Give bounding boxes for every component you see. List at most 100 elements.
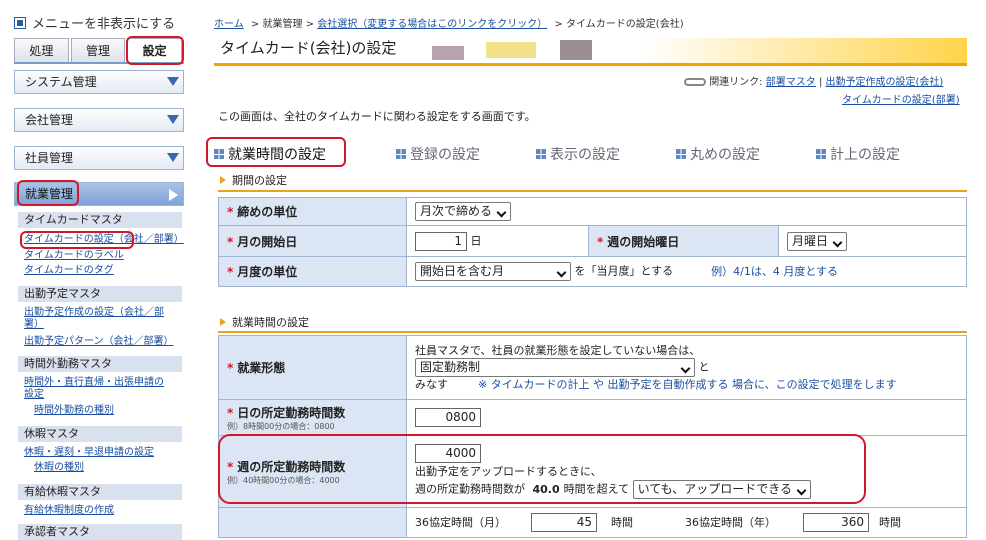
- link-overtime-types[interactable]: 時間外勤務の種別: [34, 405, 114, 417]
- group-schedule: 出勤予定マスタ: [18, 286, 182, 302]
- link-timecard-tag[interactable]: タイムカードのタグ: [24, 265, 114, 277]
- tab-process[interactable]: 処理: [14, 38, 69, 62]
- related-timecard-dept[interactable]: タイムカードの設定(部署): [842, 91, 960, 106]
- link-schedule-pattern[interactable]: 出勤予定パターン（会社／部署）: [24, 336, 174, 348]
- month-start-label: * 月の開始日: [218, 225, 407, 257]
- group-approver: 承認者マスタ: [18, 524, 182, 540]
- page-title-text: タイムカード(会社)の設定: [220, 39, 397, 57]
- close-unit-select[interactable]: 月次で締める: [415, 202, 512, 221]
- redacted-block: [432, 46, 464, 60]
- link-schedule-settings[interactable]: 出勤予定作成の設定（会社／部署）: [24, 307, 174, 331]
- tab-display[interactable]: 表示の設定: [536, 144, 620, 164]
- work-form-text1: 社員マスタで、社員の就業形態を設定していない場合は、: [415, 344, 701, 357]
- highlight-attendance: [17, 180, 79, 206]
- tab-manage[interactable]: 管理: [70, 38, 126, 62]
- work-form-label: * 就業形態: [218, 335, 407, 400]
- tab-label: 登録の設定: [410, 147, 480, 163]
- sidebar-item-employee[interactable]: 社員管理: [14, 146, 184, 170]
- month-unit-label: * 月度の単位: [218, 256, 407, 287]
- related-sep: |: [818, 77, 823, 88]
- chevron-down-icon: [167, 77, 179, 86]
- divider: [218, 190, 967, 192]
- tab-rounding[interactable]: 丸めの設定: [676, 144, 760, 164]
- section-period-heading: 期間の設定: [220, 172, 287, 188]
- tab-label: 丸めの設定: [690, 147, 760, 163]
- link-leave-settings[interactable]: 休暇・遅刻・早退申請の設定: [24, 447, 154, 459]
- highlight-timecard-link: [20, 231, 134, 249]
- grid-icon: [816, 149, 826, 159]
- tab-register[interactable]: 登録の設定: [396, 144, 480, 164]
- agree-cell: 36協定時間（月） 45 時間 36協定時間（年） 360 時間: [406, 507, 967, 538]
- sidebar-item-label: 会社管理: [25, 113, 74, 127]
- link-timecard-label[interactable]: タイムカードのラベル: [24, 250, 124, 262]
- breadcrumb-current: タイムカードの設定(会社): [566, 19, 684, 30]
- link-leave-types[interactable]: 休暇の種別: [34, 462, 84, 474]
- day-hours-input[interactable]: 0800: [415, 408, 481, 427]
- bullet-icon: [220, 176, 226, 184]
- month-start-input[interactable]: 1: [415, 231, 467, 251]
- tab-label: 計上の設定: [830, 147, 900, 163]
- group-paid-leave: 有給休暇マスタ: [18, 484, 182, 500]
- week-start-label: * 週の開始曜日: [588, 225, 779, 257]
- link-overtime-settings[interactable]: 時間外・直行直帰・出張申請の設定: [24, 377, 172, 401]
- related-links: 関連リンク: 部署マスタ | 出勤予定作成の設定(会社): [684, 73, 943, 88]
- work-form-text2: みなす: [415, 378, 448, 391]
- close-unit-label: * 締めの単位: [218, 197, 407, 226]
- work-form-cell: 社員マスタで、社員の就業形態を設定していない場合は、 固定勤務制 と みなす ※ …: [406, 335, 967, 400]
- sidebar-item-label: 社員管理: [25, 151, 74, 165]
- close-unit-cell: 月次で締める: [406, 197, 967, 226]
- breadcrumb-company-select[interactable]: 会社選択（変更する場合はこのリンクをクリック）: [317, 19, 547, 30]
- highlight-settings-tab: [126, 36, 184, 65]
- period-table: * 締めの単位 月次で締める * 月の開始日 1 日 * 週の開始曜日 月曜日 * 月度…: [218, 197, 967, 287]
- grid-icon: [536, 149, 546, 159]
- agree-year-label: 36協定時間（年）: [685, 515, 776, 529]
- tab-accounting[interactable]: 計上の設定: [816, 144, 900, 164]
- day-suffix: 日: [470, 234, 482, 247]
- month-unit-example: 例）4/1は、4 月度とする: [711, 264, 839, 278]
- link-chain-icon: [684, 78, 706, 86]
- related-schedule-settings[interactable]: 出勤予定作成の設定(会社): [826, 77, 944, 88]
- sidebar-item-system[interactable]: システム管理: [14, 70, 184, 94]
- hour-unit: 時間: [879, 515, 901, 529]
- sidebar-item-company[interactable]: 会社管理: [14, 108, 184, 132]
- section-title: 就業時間の設定: [232, 316, 309, 329]
- breadcrumb-sep: >: [250, 19, 260, 30]
- link-paid-leave-create[interactable]: 有給休暇制度の作成: [24, 505, 114, 517]
- breadcrumb-home[interactable]: ホーム: [214, 19, 244, 30]
- bullet-icon: [220, 318, 226, 326]
- section-title: 期間の設定: [232, 174, 287, 187]
- agree-year-input[interactable]: 360: [803, 513, 869, 532]
- work-form-select[interactable]: 固定勤務制: [415, 358, 695, 377]
- work-form-note: ※ タイムカードの計上 や 出勤予定を自動作成する 場合に、この設定で処理をしま…: [478, 378, 897, 391]
- hide-menu-toggle[interactable]: メニューを非表示にする: [14, 13, 175, 32]
- redacted-block: [486, 42, 536, 58]
- chevron-right-icon: [169, 189, 178, 201]
- chevron-down-icon: [167, 153, 179, 162]
- week-start-cell: 月曜日: [778, 225, 967, 257]
- breadcrumb-sep: >: [305, 19, 315, 30]
- highlight-work-hours-tab: [206, 137, 346, 167]
- sidebar-item-label: システム管理: [25, 75, 97, 89]
- grid-icon: [396, 149, 406, 159]
- group-overtime: 時間外勤務マスタ: [18, 356, 182, 372]
- group-timecard: タイムカードマスタ: [18, 212, 182, 228]
- day-hours-label: * 日の所定勤務時間数 例）8時間00分の場合：0800: [218, 399, 407, 436]
- redacted-block: [560, 40, 592, 60]
- agree-label: [218, 507, 407, 538]
- tab-label: 表示の設定: [550, 147, 620, 163]
- agree-month-input[interactable]: 45: [531, 513, 597, 532]
- month-start-cell: 1 日: [406, 225, 589, 257]
- divider: [218, 331, 967, 333]
- grid-icon: [676, 149, 686, 159]
- chevron-down-icon: [167, 115, 179, 124]
- related-label: 関連リンク:: [709, 77, 763, 88]
- day-hours-cell: 0800: [406, 399, 967, 436]
- month-unit-select[interactable]: 開始日を含む月: [415, 262, 571, 281]
- breadcrumb: ホーム > 就業管理 > 会社選択（変更する場合はこのリンクをクリック） > タ…: [214, 15, 684, 30]
- week-start-select[interactable]: 月曜日: [787, 231, 848, 251]
- agree-month-label: 36協定時間（月）: [415, 515, 506, 529]
- group-leave: 休暇マスタ: [18, 426, 182, 442]
- section-work-heading: 就業時間の設定: [220, 314, 309, 330]
- breadcrumb-attendance: 就業管理: [262, 19, 303, 30]
- related-dept-master[interactable]: 部署マスタ: [766, 77, 816, 88]
